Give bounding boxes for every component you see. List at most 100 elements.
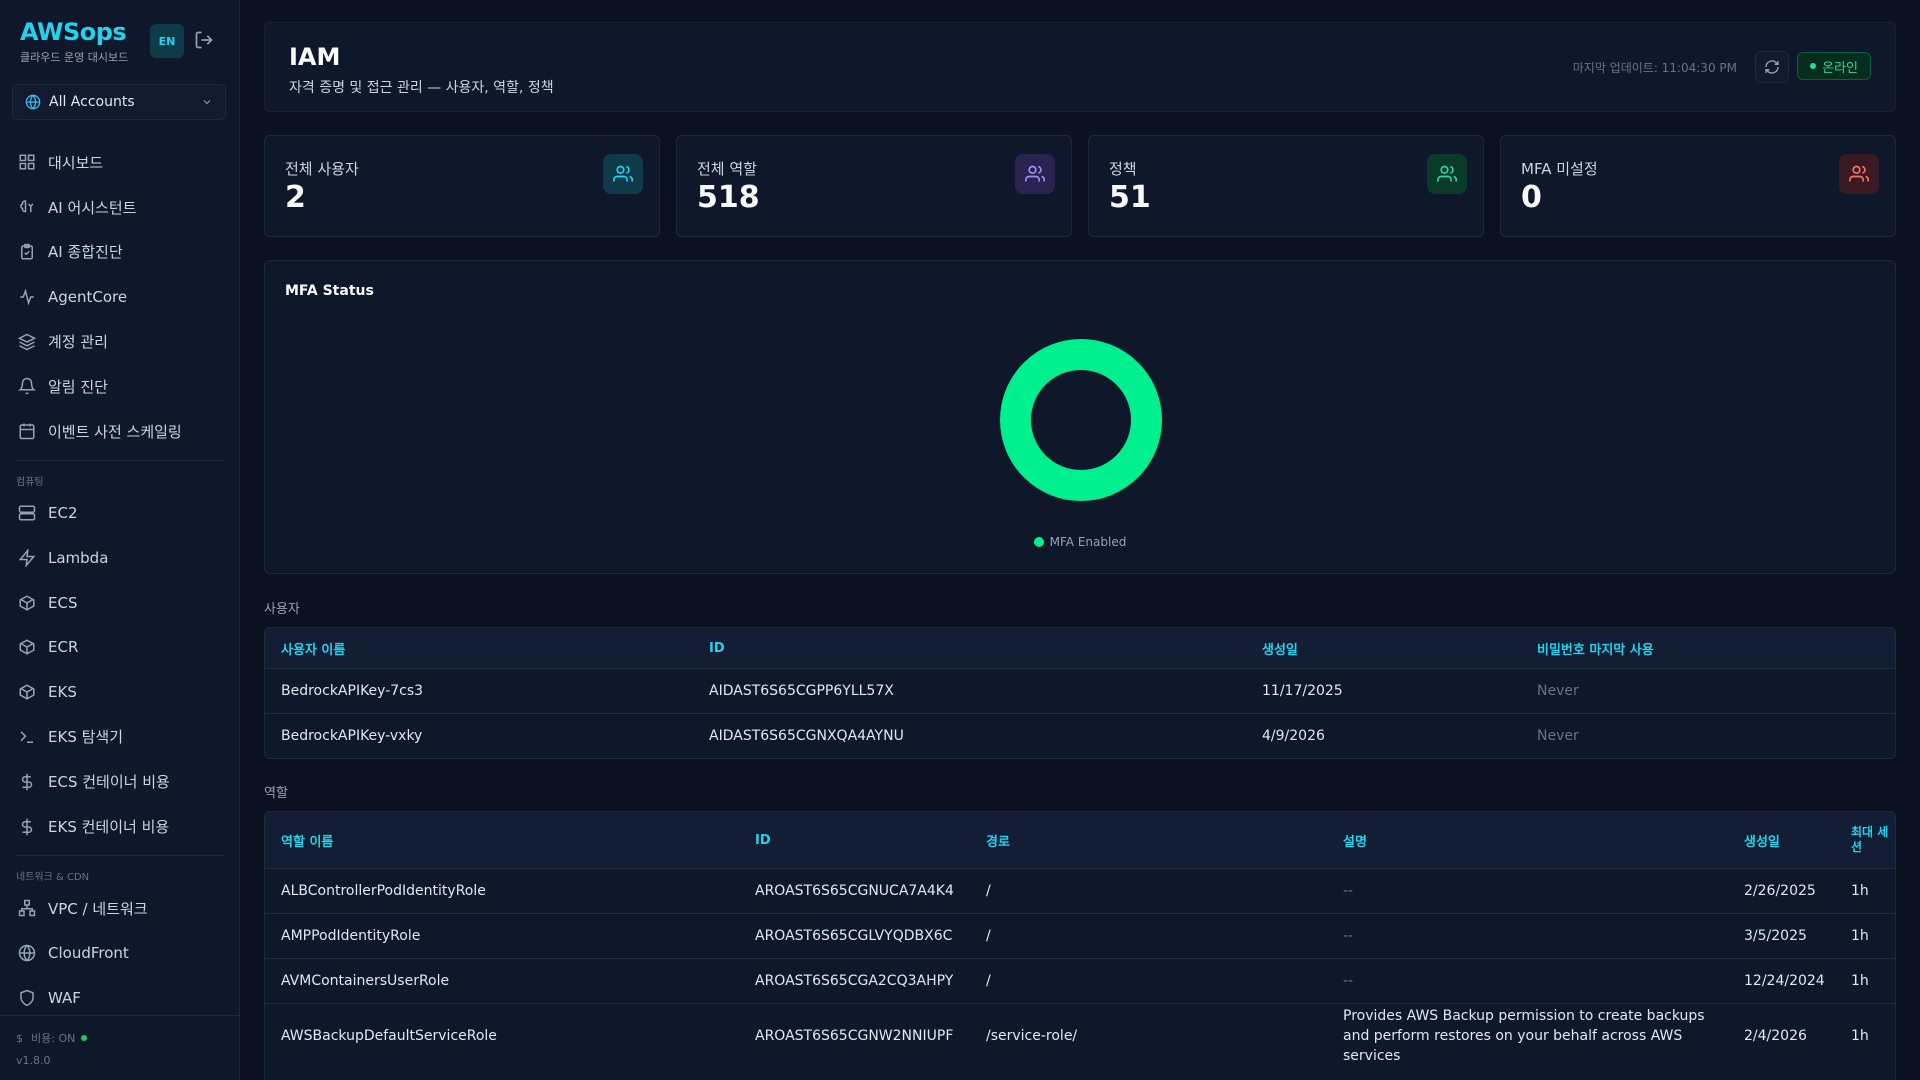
table-row[interactable]: BedrockAPIKey-7cs3 AIDAST6S65CGPP6YLL57X… <box>265 668 1895 713</box>
nav-section-compute: 컴퓨팅 <box>16 477 44 489</box>
donut-slice[interactable] <box>1000 339 1162 501</box>
page-header: IAM 자격 증명 및 접근 관리 — 사용자, 역할, 정책 마지막 업데이트… <box>264 22 1896 112</box>
brain-icon <box>20 200 34 213</box>
sidebar-item-ecs[interactable]: ECS <box>0 580 240 625</box>
table-row[interactable]: BedrockAPIKey-vxky AIDAST6S65CGNXQA4AYNU… <box>265 713 1895 758</box>
table-row[interactable]: AMPPodIdentityRole AROAST6S65CGLVYQDBX6C… <box>265 913 1895 958</box>
table-header: 역할 이름 ID 경로 설명 생성일 최대 세션 <box>265 812 1895 868</box>
account-selector[interactable]: All Accounts <box>12 84 226 120</box>
role-name-cell: ALBControllerPodIdentityRole <box>281 883 486 899</box>
users-icon <box>1015 154 1055 194</box>
last-update-timestamp: 마지막 업데이트: 11:04:30 PM <box>1572 61 1737 75</box>
mfa-donut-chart <box>1000 339 1162 501</box>
sidebar-item-label: 이벤트 사전 스케일링 <box>48 422 182 441</box>
sidebar-item-ai-assistant[interactable]: AI 어시스턴트 <box>0 185 240 230</box>
stats-row: 전체 사용자 2 전체 역할 518 정책 51 MFA 미설정 0 <box>264 135 1896 239</box>
stat-card-policies: 정책 51 <box>1088 135 1484 237</box>
stat-label: MFA 미설정 <box>1521 160 1598 178</box>
column-header[interactable]: 생성일 <box>1728 831 1835 850</box>
created-cell: 12/24/2024 <box>1744 973 1825 989</box>
users-icon <box>1427 154 1467 194</box>
column-header[interactable]: 경로 <box>970 831 1327 850</box>
bolt-icon <box>18 548 36 567</box>
legend-swatch <box>1033 537 1044 547</box>
sidebar-item-accounts[interactable]: 계정 관리 <box>0 319 240 364</box>
column-header[interactable]: 최대 세션 <box>1835 825 1895 855</box>
sidebar-item-vpc[interactable]: VPC / 네트워크 <box>0 886 240 931</box>
sidebar-item-ai-diagnosis[interactable]: AI 종합진단 <box>0 230 240 275</box>
sidebar-item-label: Lambda <box>48 548 109 567</box>
sidebar-item-label: ECS 컨테이너 비용 <box>48 773 170 792</box>
sidebar-item-ec2[interactable]: EC2 <box>0 491 240 536</box>
table-row[interactable]: AVMContainersUserRole AROAST6S65CGA2CQ3A… <box>265 958 1895 1003</box>
bell-icon <box>18 378 36 395</box>
users-section-label: 사용자 <box>264 602 300 617</box>
cost-status-label: 비용: ON <box>31 1032 76 1045</box>
sidebar-item-cloudfront[interactable]: CloudFront <box>0 931 240 976</box>
stat-card-mfa-missing: MFA 미설정 0 <box>1500 135 1896 237</box>
sidebar-item-ecs-cost[interactable]: ECS 컨테이너 비용 <box>0 759 240 804</box>
column-header[interactable]: ID <box>693 641 1246 656</box>
sidebar-item-eks-explorer[interactable]: EKS 탐색기 <box>0 715 240 760</box>
user-name-cell: BedrockAPIKey-7cs3 <box>281 683 424 699</box>
role-id-cell: AROAST6S65CGNW2NNIUPF <box>755 1027 954 1044</box>
users-table: 사용자 이름 ID 생성일 비밀번호 마지막 사용 BedrockAPIKey-… <box>264 627 1896 759</box>
sidebar-item-label: VPC / 네트워크 <box>48 899 148 918</box>
sidebar-footer: $ 비용: ON v1.8.0 <box>0 1015 240 1067</box>
stat-label: 전체 사용자 <box>285 160 359 178</box>
max-session-cell: 1h <box>1851 973 1869 989</box>
user-id-cell: AIDAST6S65CGNXQA4AYNU <box>709 728 904 744</box>
max-session-cell: 1h <box>1851 883 1869 899</box>
column-header[interactable]: 역할 이름 <box>265 831 739 850</box>
globe-icon <box>18 944 36 962</box>
terminal-icon <box>20 731 33 743</box>
sidebar-item-dashboard[interactable]: 대시보드 <box>0 140 240 185</box>
network-icon <box>18 900 36 917</box>
column-header[interactable]: 설명 <box>1327 831 1728 850</box>
table-row[interactable]: ALBControllerPodIdentityRole AROAST6S65C… <box>265 868 1895 913</box>
dashboard-icon <box>19 154 35 170</box>
sidebar-item-label: ECR <box>48 638 79 657</box>
sidebar-item-ecr[interactable]: ECR <box>0 625 240 670</box>
created-cell: 11/17/2025 <box>1262 683 1343 699</box>
sidebar-item-event-scaling[interactable]: 이벤트 사전 스케일링 <box>0 409 240 454</box>
role-name-cell: AWSBackupDefaultServiceRole <box>281 1027 497 1044</box>
language-toggle-button[interactable]: EN <box>150 24 184 58</box>
sidebar-item-label: WAF <box>48 988 81 1007</box>
sidebar-item-agentcore[interactable]: AgentCore <box>0 274 240 319</box>
column-header[interactable]: 비밀번호 마지막 사용 <box>1521 639 1891 658</box>
brand-subtitle: 클라우드 운영 대시보드 <box>20 51 129 64</box>
stat-card-users: 전체 사용자 2 <box>264 135 660 237</box>
created-cell: 2/26/2025 <box>1744 883 1816 899</box>
refresh-button[interactable] <box>1755 51 1789 83</box>
sidebar-item-alerts[interactable]: 알림 진단 <box>0 364 240 409</box>
dollar-icon <box>21 773 33 790</box>
role-id-cell: AROAST6S65CGNUCA7A4K4 <box>755 883 954 899</box>
sidebar-item-label: 계정 관리 <box>48 333 108 352</box>
sidebar-item-lambda[interactable]: Lambda <box>0 535 240 580</box>
sidebar-item-eks[interactable]: EKS <box>0 670 240 715</box>
sidebar-item-label: EKS <box>48 683 77 702</box>
brand: AWSops 클라우드 운영 대시보드 <box>20 18 128 65</box>
layers-icon <box>18 333 36 350</box>
column-header[interactable]: ID <box>739 833 970 848</box>
stat-value: 0 <box>1521 180 1542 215</box>
stat-card-roles: 전체 역할 518 <box>676 135 1072 237</box>
table-row[interactable]: AWSBackupDefaultServiceRole AROAST6S65CG… <box>265 1003 1895 1067</box>
sidebar-item-eks-cost[interactable]: EKS 컨테이너 비용 <box>0 804 240 849</box>
chart-title: MFA Status <box>285 283 374 299</box>
globe-icon <box>25 94 41 110</box>
max-session-cell: 1h <box>1851 1027 1869 1044</box>
page-subtitle: 자격 증명 및 접근 관리 — 사용자, 역할, 정책 <box>289 80 554 96</box>
version-label: v1.8.0 <box>16 1054 51 1067</box>
created-cell: 2/4/2026 <box>1744 1027 1807 1044</box>
column-header[interactable]: 사용자 이름 <box>265 639 693 658</box>
shield-icon <box>20 989 34 1007</box>
logout-icon[interactable] <box>194 30 214 50</box>
column-header[interactable]: 생성일 <box>1246 639 1521 658</box>
sidebar-nav: 대시보드 AI 어시스턴트 AI 종합진단 AgentCore 계정 관리 알림… <box>0 140 240 1020</box>
password-last-used-cell: Never <box>1537 683 1579 699</box>
server-icon <box>18 505 36 521</box>
sidebar-item-waf[interactable]: WAF <box>0 976 240 1021</box>
description-cell: -- <box>1343 928 1354 944</box>
